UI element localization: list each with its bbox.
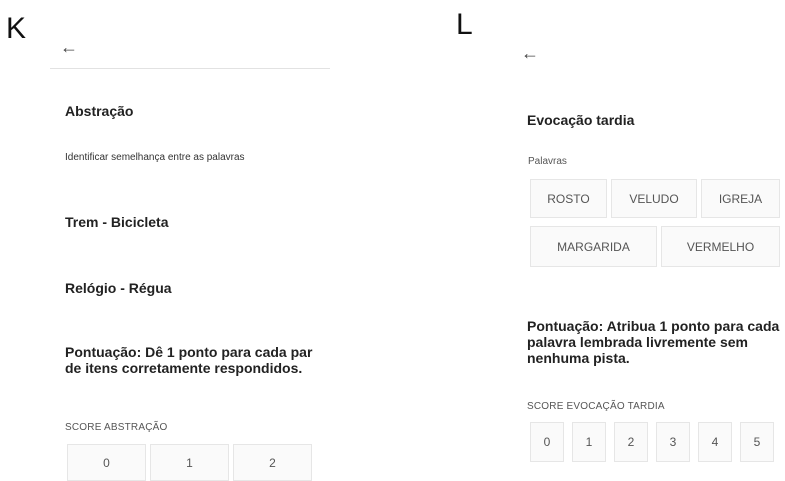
word-chip: VELUDO [611, 179, 697, 218]
score-option-1[interactable]: 1 [572, 422, 606, 462]
section-title: Abstração [65, 103, 134, 119]
word-pair-2: Relógio - Régua [65, 280, 172, 296]
back-arrow-icon[interactable]: ← [521, 44, 539, 62]
scoring-instructions: Pontuação: Dê 1 ponto para cada par de i… [65, 344, 313, 376]
word-chip: IGREJA [701, 179, 780, 218]
score-option-2[interactable]: 2 [233, 444, 312, 481]
score-option-0[interactable]: 0 [530, 422, 564, 462]
word-chip: VERMELHO [661, 226, 780, 267]
header-divider [50, 68, 330, 69]
scoring-instructions: Pontuação: Atribua 1 ponto para cada pal… [527, 318, 780, 366]
score-option-2[interactable]: 2 [614, 422, 648, 462]
score-label: SCORE EVOCAÇÃO TARDIA [527, 401, 665, 412]
score-label: SCORE ABSTRAÇÃO [65, 422, 168, 433]
score-option-4[interactable]: 4 [698, 422, 732, 462]
back-arrow-icon[interactable]: ← [60, 38, 78, 56]
score-option-3[interactable]: 3 [656, 422, 690, 462]
section-title: Evocação tardia [527, 112, 635, 128]
score-option-0[interactable]: 0 [67, 444, 146, 481]
word-chip: MARGARIDA [530, 226, 657, 267]
words-label: Palavras [528, 156, 567, 167]
section-instruction: Identificar semelhança entre as palavras [65, 152, 245, 163]
word-chip: ROSTO [530, 179, 607, 218]
word-pair-1: Trem - Bicicleta [65, 214, 169, 230]
panel-k-letter: K [6, 12, 27, 45]
score-option-1[interactable]: 1 [150, 444, 229, 481]
panel-l-letter: L [456, 8, 473, 41]
score-option-5[interactable]: 5 [740, 422, 774, 462]
